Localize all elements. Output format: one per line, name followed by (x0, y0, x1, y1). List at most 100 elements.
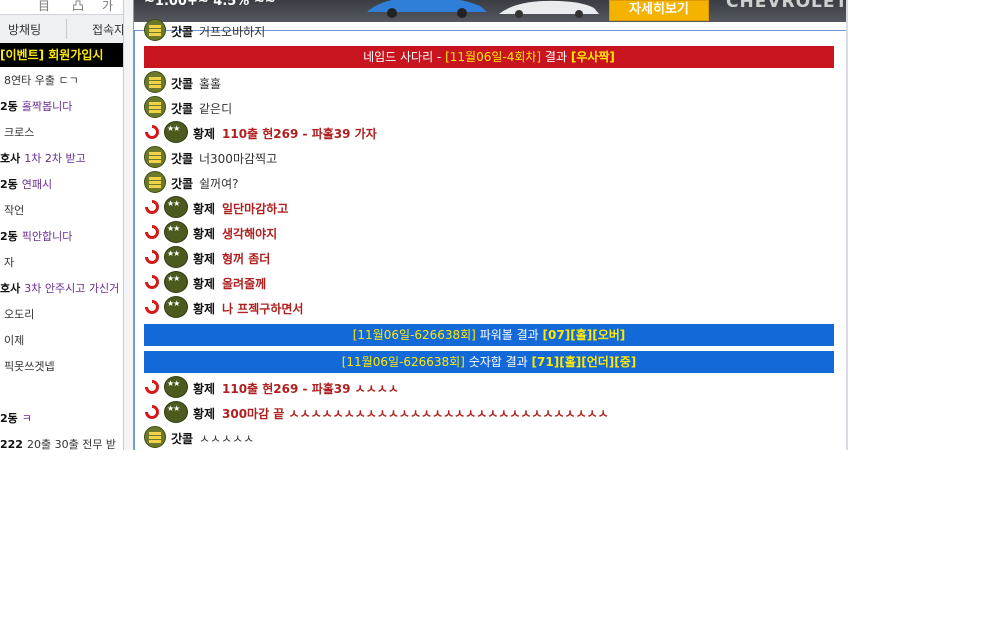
general-rank-icon (164, 196, 188, 218)
left-list-item: 8연타 우출 ㄷㄱ (0, 73, 79, 89)
result-size: [중] (614, 355, 637, 369)
general-rank-icon (164, 296, 188, 318)
message-text: 110출 현269 - 파홀39 ㅅㅅㅅㅅ (222, 382, 399, 396)
left-list-item (0, 385, 4, 401)
left-item-message: 픽안합니다 (21, 230, 73, 243)
ad-details-button[interactable]: 자세히보기 (609, 0, 709, 21)
left-list-item: 오도리 (0, 307, 34, 323)
left-item-message: ㅋ (21, 412, 32, 425)
left-list-item: 2동 연패시 (0, 177, 52, 193)
tab-divider (66, 19, 67, 39)
left-tab-bar: 방채팅 접속자 (0, 14, 124, 44)
message-text: 너300마감찍고 (199, 152, 278, 166)
result-round: [11월06일-626638회] (352, 328, 476, 342)
general-rank-icon (164, 401, 188, 423)
left-list-item: 호사 3차 안주시고 가신거 (0, 281, 119, 297)
car-image-icon-2 (499, 0, 599, 18)
left-item-nick[interactable]: 2동 (0, 100, 18, 113)
left-item-message: 3차 안주시고 가신거 (24, 282, 120, 295)
left-list-item: 2동 홀짝봅니다 (0, 99, 72, 115)
message-nick[interactable]: 황제 (193, 300, 215, 317)
left-list-item: 작언 (0, 203, 24, 219)
red-swirl-icon (145, 380, 159, 394)
message-nick[interactable]: 황제 (193, 125, 215, 142)
message-nick[interactable]: 갓콜 (171, 23, 193, 40)
message-nick[interactable]: 갓콜 (171, 75, 193, 92)
left-item-text: 이제 (4, 334, 25, 347)
rank-badge-icon (144, 426, 166, 448)
tab-users[interactable]: 접속자 (92, 21, 124, 38)
message-text: 생각해야지 (222, 227, 278, 241)
left-list-item: 2동 ㅋ (0, 411, 32, 427)
chat-window: ~1.00+~ 4.5% ~~ 자세히보기 CHEVROLET 갓콜 거프오바하… (133, 0, 848, 450)
rank-badge-icon (144, 19, 166, 41)
result-prefix: 네임드 사다리 - (363, 50, 446, 64)
message-nick[interactable]: 황제 (193, 405, 215, 422)
left-list-item: 이제 (0, 333, 24, 349)
result-mid: 파워볼 결과 (475, 328, 543, 342)
message-text: 형꺼 좀더 (222, 252, 271, 266)
left-item-nick[interactable]: 2동 (0, 178, 18, 191)
result-value: [우사짝] (570, 50, 615, 64)
ad-banner[interactable]: ~1.00+~ 4.5% ~~ 자세히보기 CHEVROLET (134, 0, 848, 22)
list-icon[interactable]: 目 (38, 0, 50, 14)
left-item-nick[interactable]: 호사 (0, 282, 20, 295)
rank-badge-icon (144, 96, 166, 118)
message-nick[interactable]: 황제 (193, 225, 215, 242)
sum-result-bar: [11월06일-626638회] 숫자합 결과 [71][홀][언더][중] (144, 351, 834, 373)
car-image-icon (367, 0, 487, 18)
message-text: 나 프젝구하면서 (222, 302, 304, 316)
message-nick[interactable]: 갓콜 (171, 430, 193, 447)
red-swirl-icon (145, 275, 159, 289)
message-nick[interactable]: 황제 (193, 200, 215, 217)
left-item-message: 홀짝봅니다 (21, 100, 73, 113)
left-toolbar: 目 凸 가 (0, 0, 124, 14)
ladder-result-bar: 네임드 사다리 - [11월06일-4회차] 결과 [우사짝] (144, 46, 834, 68)
result-number: [71] (531, 355, 560, 369)
left-list-item: 호사 1차 2차 받고 (0, 151, 86, 167)
tab-room-chat[interactable]: 방채팅 (8, 21, 41, 38)
left-item-text: 자 (4, 256, 15, 269)
result-overunder: [언더] (581, 355, 615, 369)
left-item-nick[interactable]: 호사 (0, 152, 20, 165)
left-item-nick[interactable]: 222 (0, 438, 23, 450)
result-oddeven: [홀] (570, 328, 593, 342)
left-list-item: 2동 픽안합니다 (0, 229, 72, 245)
result-mid: 숫자합 결과 (464, 355, 532, 369)
message-nick[interactable]: 황제 (193, 275, 215, 292)
left-item-message: 1차 2차 받고 (24, 152, 86, 165)
message-nick[interactable]: 갓콜 (171, 175, 193, 192)
left-list-item: 픽못쓰겟넵 (0, 359, 55, 375)
general-rank-icon (164, 271, 188, 293)
left-item-nick[interactable]: 2동 (0, 412, 18, 425)
message-nick[interactable]: 갓콜 (171, 100, 193, 117)
left-item-text: 오도리 (4, 308, 35, 321)
general-rank-icon (164, 221, 188, 243)
message-text: 쉴꺼여? (199, 177, 239, 191)
rank-badge-icon (144, 146, 166, 168)
message-nick[interactable]: 갓콜 (171, 150, 193, 167)
left-item-nick[interactable]: 2동 (0, 230, 18, 243)
rank-badge-icon (144, 171, 166, 193)
result-oddeven: [홀] (559, 355, 582, 369)
general-rank-icon (164, 246, 188, 268)
message-nick[interactable]: 황제 (193, 250, 215, 267)
left-item-text: 크로스 (4, 126, 35, 139)
left-list-item: 222 20출 30출 전무 받 (0, 437, 116, 450)
red-swirl-icon (145, 200, 159, 214)
user-icon[interactable]: 凸 (72, 0, 84, 14)
message-text: 거프오바하지 (199, 25, 266, 39)
message-text: 같은디 (199, 102, 233, 116)
red-swirl-icon (145, 125, 159, 139)
chat-window-edge (846, 0, 848, 450)
font-icon[interactable]: 가 (102, 0, 113, 14)
event-banner[interactable]: [이벤트] 회원가입시 (0, 43, 124, 67)
result-mid: 결과 (541, 50, 571, 64)
result-number: [07] (542, 328, 571, 342)
message-nick[interactable]: 황제 (193, 380, 215, 397)
left-chat-panel: 目 凸 가 방채팅 접속자 [이벤트] 회원가입시 8연타 우출 ㄷㄱ 2동 홀짝봅… (0, 0, 124, 450)
left-item-text: 작언 (4, 204, 25, 217)
message-text: 300마감 끝 ㅅㅅㅅㅅㅅㅅㅅㅅㅅㅅㅅㅅㅅㅅㅅㅅㅅㅅㅅㅅㅅㅅㅅㅅㅅㅅㅅㅅㅅ (222, 407, 609, 421)
general-rank-icon (164, 376, 188, 398)
result-round: [11월06일-4회차] (445, 50, 542, 64)
